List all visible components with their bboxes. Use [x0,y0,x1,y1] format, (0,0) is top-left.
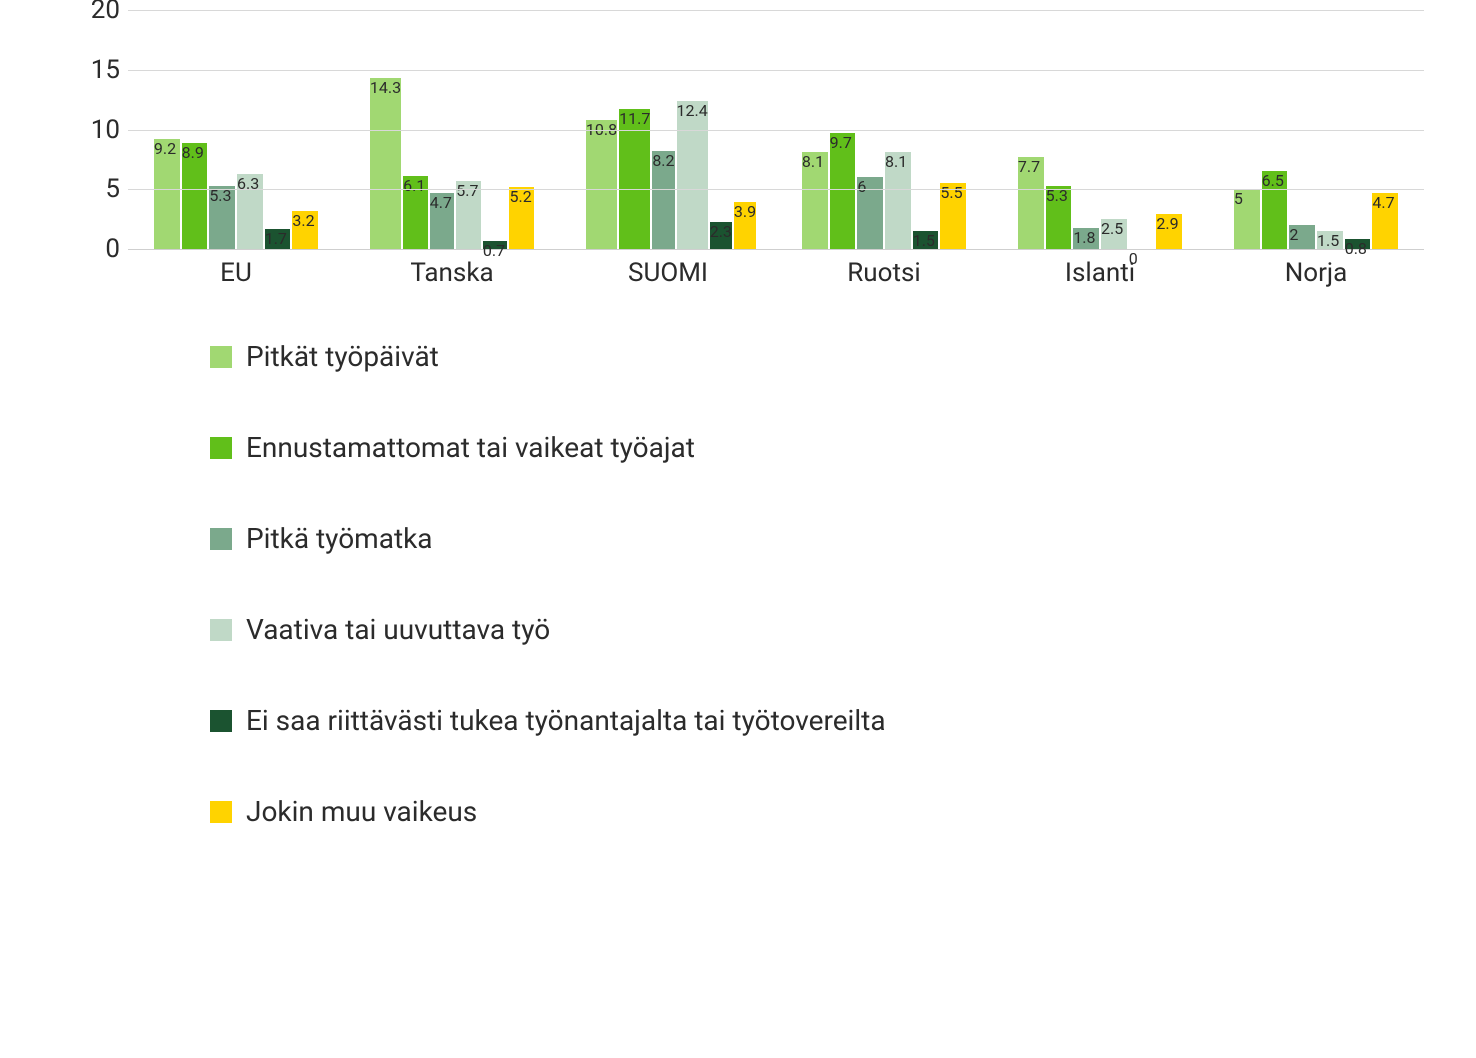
bar: 2.3 [710,222,732,249]
x-tick-label: Tanska [344,250,560,290]
bar: 1.5 [1317,231,1343,249]
legend-label: Pitkät työpäivät [246,340,439,373]
legend-label: Vaativa tai uuvuttava työ [246,613,550,646]
bar: 4.7 [1372,193,1398,249]
bar: 2.9 [1156,214,1182,249]
bar: 5.3 [1046,186,1072,249]
bar: 3.2 [292,211,318,249]
bar: 1.5 [913,231,939,249]
y-tick-label: 10 [72,115,120,145]
bar: 9.2 [154,139,180,249]
y-tick-label: 15 [72,55,120,85]
legend-item: Ei saa riittävästi tukea työnantajalta t… [210,704,886,737]
gridline [128,10,1424,11]
bar: 0.7 [483,241,508,249]
bar: 8.9 [182,143,208,249]
gridline [128,70,1424,71]
legend-label: Jokin muu vaikeus [246,795,477,828]
bar: 5 [1234,189,1260,249]
legend-label: Pitkä työmatka [246,522,433,555]
chart-area: 9.28.95.36.31.73.214.36.14.75.70.75.210.… [64,10,1444,290]
legend-swatch [210,437,232,459]
y-tick-label: 20 [72,0,120,25]
x-tick-label: EU [128,250,344,290]
bar: 8.1 [885,152,911,249]
x-tick-label: Norja [1208,250,1424,290]
bar: 6.3 [237,174,263,249]
bar: 0.8 [1345,239,1371,249]
plot-area: 9.28.95.36.31.73.214.36.14.75.70.75.210.… [128,10,1424,250]
legend: Pitkät työpäivät Ennustamattomat tai vaik… [210,340,886,828]
bar: 7.7 [1018,157,1044,249]
legend-swatch [210,528,232,550]
x-tick-label: Islanti [992,250,1208,290]
legend-swatch [210,346,232,368]
legend-item: Ennustamattomat tai vaikeat työajat [210,431,886,464]
bar: 8.1 [802,152,828,249]
legend-swatch [210,710,232,732]
legend-label: Ennustamattomat tai vaikeat työajat [246,431,695,464]
bar: 3.9 [734,202,756,249]
bar: 12.4 [677,101,708,249]
bar: 2 [1289,225,1315,249]
bar: 8.2 [652,151,674,249]
legend-item: Pitkä työmatka [210,522,886,555]
bar: 2.5 [1101,219,1127,249]
bar: 10.8 [586,120,617,249]
bar: 4.7 [430,193,455,249]
bar: 5.3 [209,186,235,249]
x-tick-label: SUOMI [560,250,776,290]
gridline [128,130,1424,131]
legend-swatch [210,619,232,641]
bar: 9.7 [830,133,856,249]
bar: 1.7 [265,229,291,249]
bar: 14.3 [370,78,401,249]
bar: 5.2 [509,187,534,249]
x-tick-label: Ruotsi [776,250,992,290]
legend-item: Pitkät työpäivät [210,340,886,373]
legend-label: Ei saa riittävästi tukea työnantajalta t… [246,704,886,737]
bar: 1.8 [1073,228,1099,250]
legend-item: Jokin muu vaikeus [210,795,886,828]
y-tick-label: 0 [72,234,120,264]
legend-swatch [210,801,232,823]
bar: 5.7 [456,181,481,249]
bar: 6 [857,177,883,249]
legend-item: Vaativa tai uuvuttava työ [210,613,886,646]
bar: 6.5 [1262,171,1288,249]
bar: 6.1 [403,176,428,249]
y-tick-label: 5 [72,174,120,204]
bar: 5.5 [940,183,966,249]
gridline [128,189,1424,190]
